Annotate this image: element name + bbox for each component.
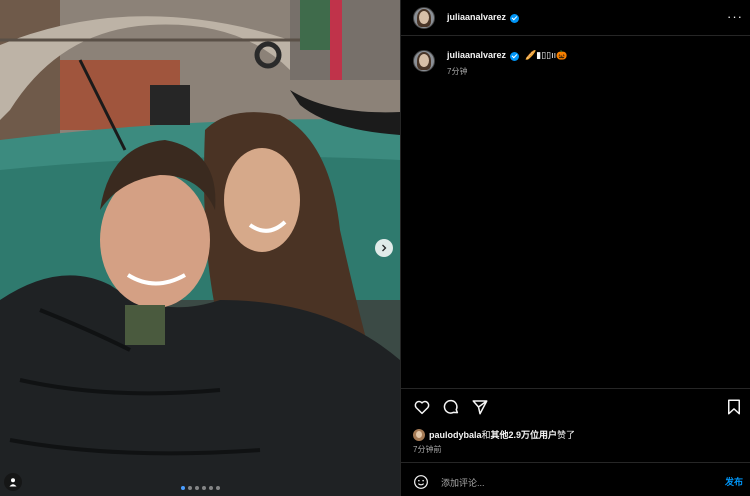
liker-username[interactable]: paulodybala [429,430,482,440]
carousel-dot [187,486,192,490]
user-tags-button[interactable] [4,473,22,491]
post-timestamp[interactable]: 7分钟前 [413,444,441,455]
comment-box: 添加评论... 发布 [413,473,743,491]
post-photo[interactable] [0,0,400,496]
likes-suffix: 赞了 [557,430,576,440]
carousel-dot [215,486,220,490]
post-details-panel: juliaanalvarez ··· juliaanalvarez 🥖▮▯▯ıı… [400,0,750,496]
person-icon [9,478,17,487]
carousel-dot [208,486,213,490]
username-link[interactable]: juliaanalvarez [447,12,520,23]
liker-avatar[interactable] [413,428,425,441]
carousel-dot [180,486,185,490]
carousel-dot [201,486,206,490]
caption-text: 🥖▮▯▯ıı🎃 [525,50,568,60]
post-comment-button[interactable]: 发布 [725,475,743,488]
more-horizontal-icon: ··· [727,9,743,24]
avatar[interactable] [413,6,435,29]
venice-selfie-image [0,0,400,496]
emoji-smile-icon[interactable] [413,474,429,490]
save-bookmark-icon[interactable] [725,398,743,416]
action-bar [413,398,743,416]
more-options-button[interactable]: ··· [727,9,743,24]
likes-connector: 和 [481,430,491,440]
share-send-icon[interactable] [471,398,489,416]
caption-timestamp[interactable]: 7分钟 [447,66,567,77]
chevron-right-icon [382,244,387,252]
likes-others[interactable]: 其他2.9万位用户 [491,430,558,440]
carousel-dot [194,486,199,490]
post-dialog: juliaanalvarez ··· juliaanalvarez 🥖▮▯▯ıı… [0,0,750,496]
divider [401,388,750,389]
avatar[interactable] [413,50,435,72]
caption: juliaanalvarez 🥖▮▯▯ıı🎃 7分钟 [413,50,567,77]
comment-input[interactable]: 添加评论... [441,476,485,489]
post-header: juliaanalvarez ··· [401,0,750,36]
caption-username[interactable]: juliaanalvarez [447,50,520,61]
next-photo-button[interactable] [375,239,393,257]
username[interactable]: juliaanalvarez [447,12,506,22]
verified-badge-icon [510,13,520,23]
caption-username-text[interactable]: juliaanalvarez [447,50,506,60]
carousel-indicator [0,486,400,490]
like-heart-icon[interactable] [413,398,431,416]
likes-summary[interactable]: paulodybala和其他2.9万位用户赞了 [413,428,575,441]
verified-badge-icon [510,51,520,61]
divider [401,462,750,463]
comment-bubble-icon[interactable] [442,398,460,416]
